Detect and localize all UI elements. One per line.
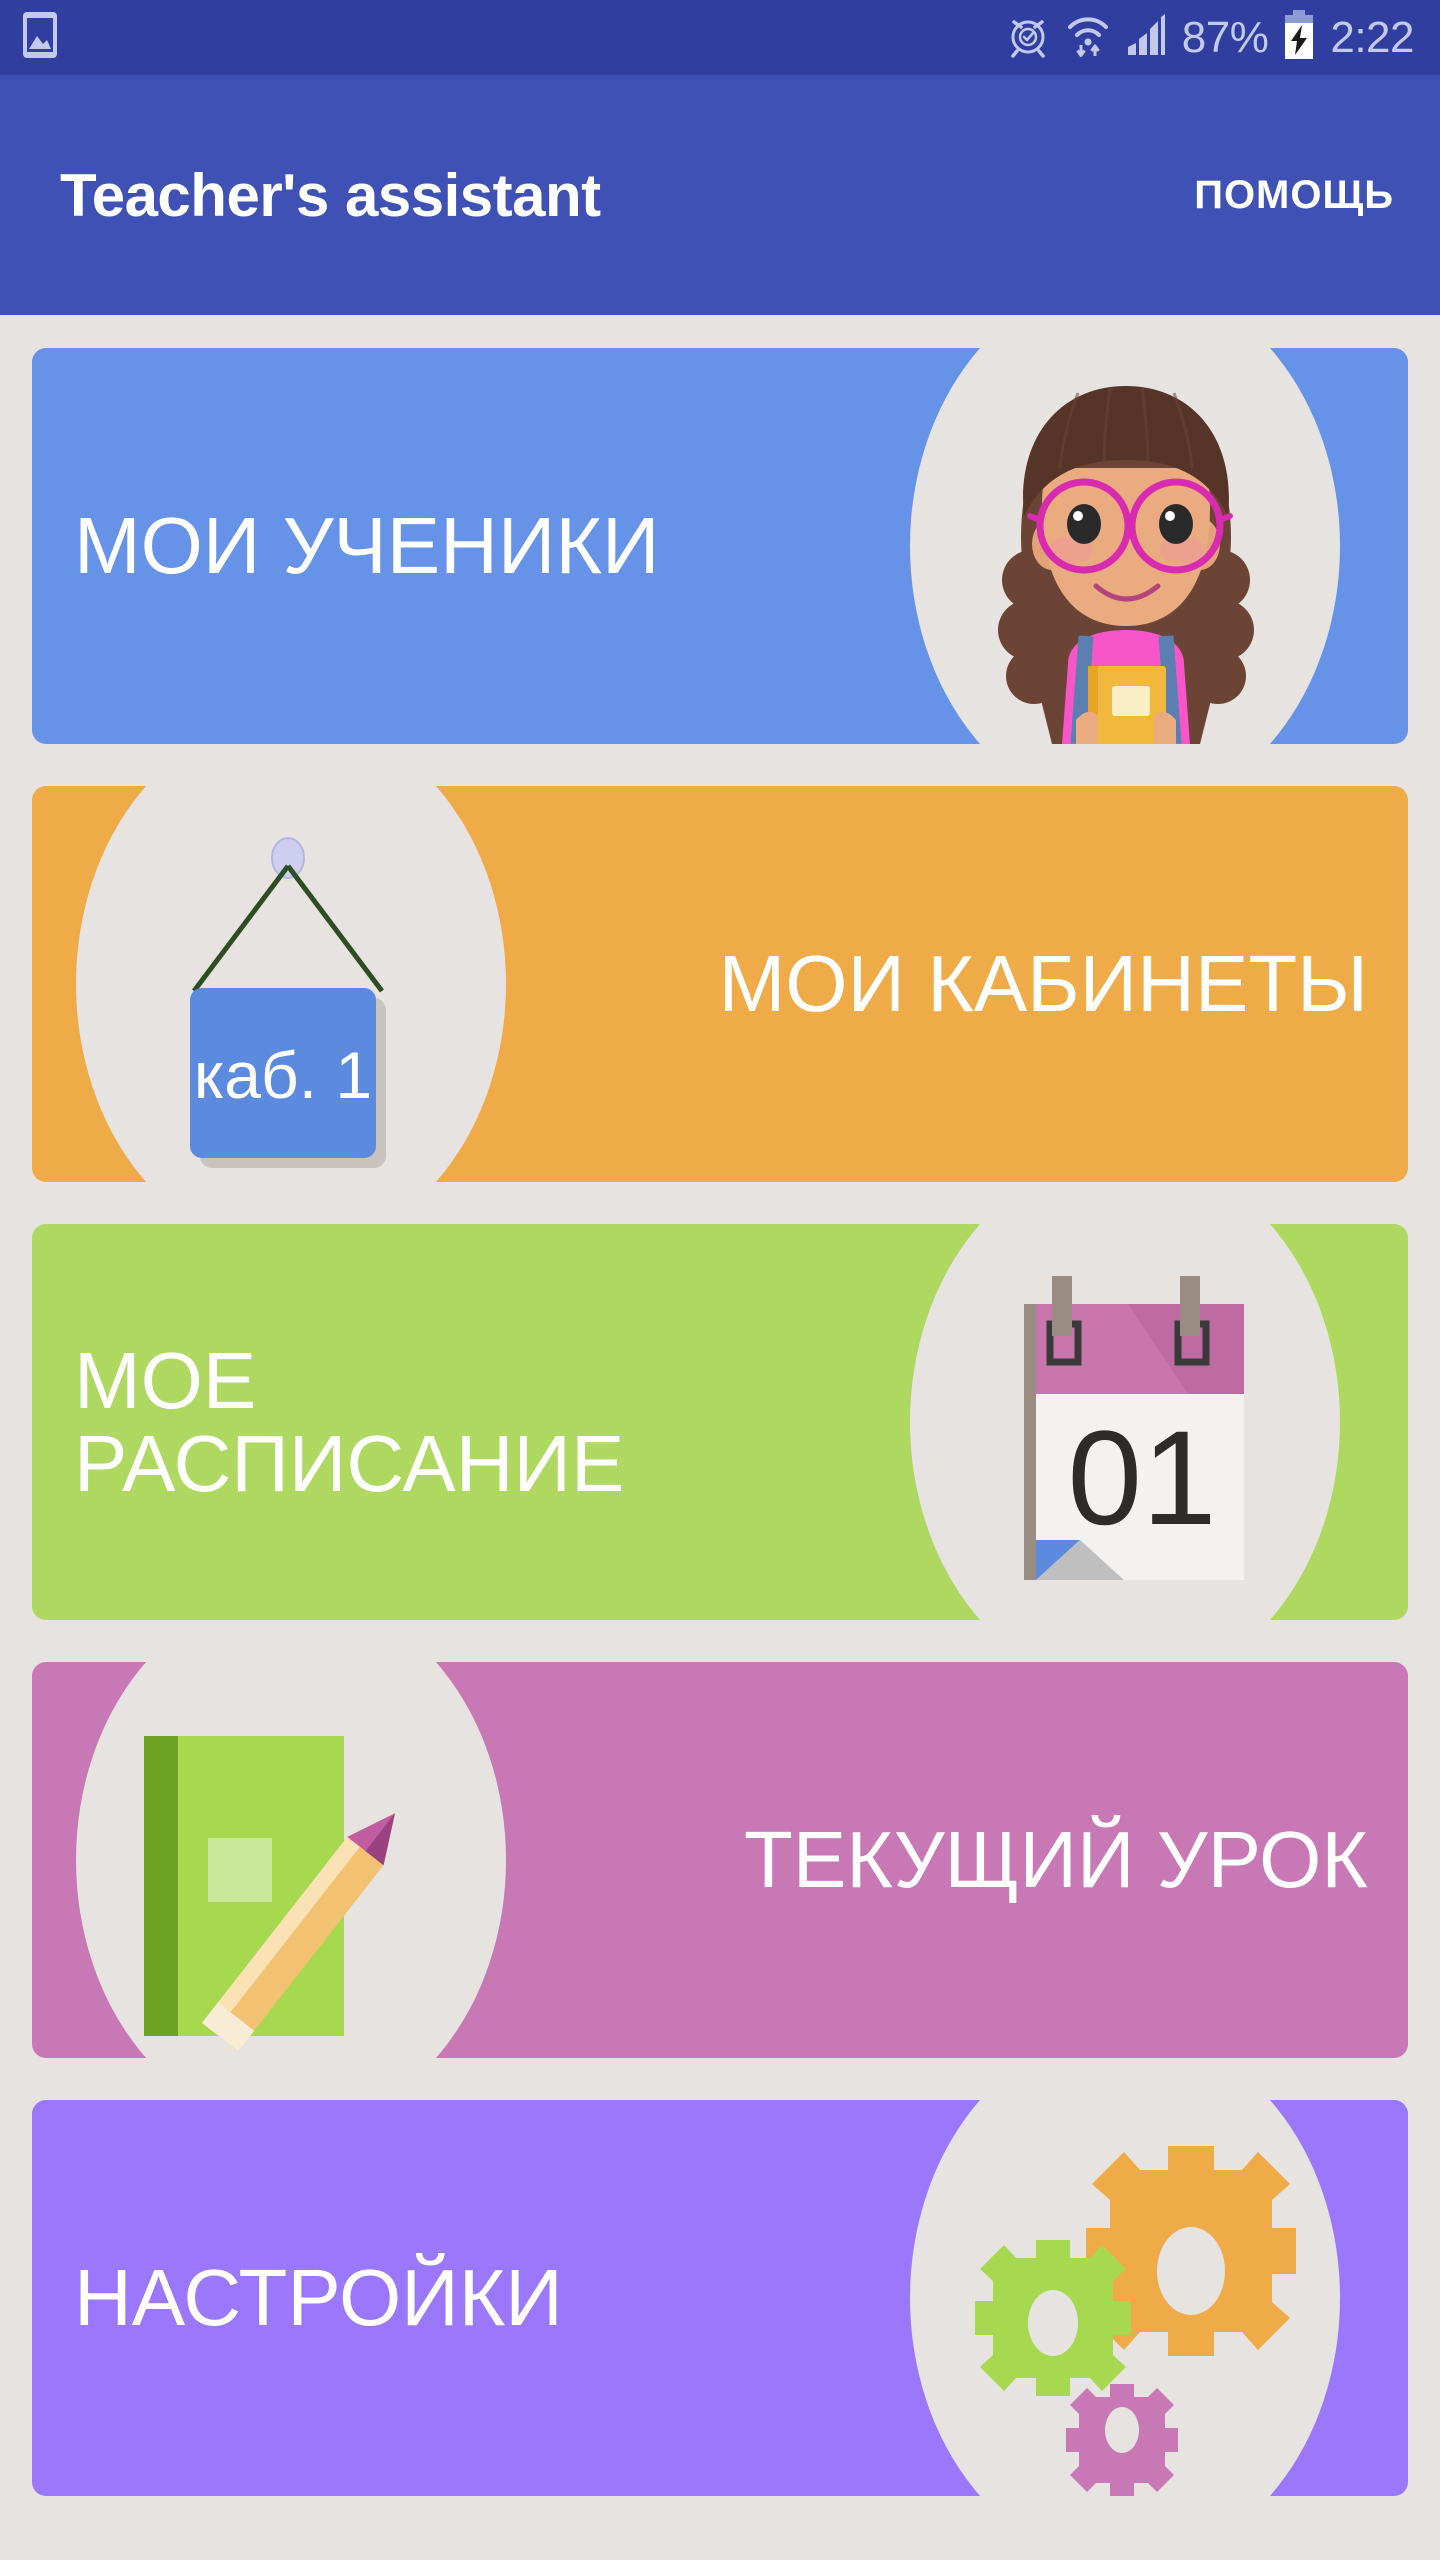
image-gallery-icon xyxy=(22,11,58,64)
gear-pink xyxy=(1066,2384,1178,2496)
menu-card-my-schedule[interactable]: МОЕ РАСПИСАНИЕ 01 xyxy=(32,1224,1408,1620)
calendar-icon: 01 xyxy=(928,1224,1324,1620)
menu-card-label: МОЕ РАСПИСАНИЕ xyxy=(74,1335,625,1508)
status-bar-right: 87% 2:22 xyxy=(1004,10,1414,65)
menu-card-my-classrooms[interactable]: каб. 1 МОИ КАБИНЕТЫ xyxy=(32,786,1408,1182)
status-bar-left xyxy=(22,11,58,64)
calendar-day: 01 xyxy=(1067,1404,1216,1553)
battery-charging-icon xyxy=(1282,10,1316,65)
menu-card-list: МОИ УЧЕНИКИ каб. 1 МОИ КАБИНЕТЫ МОЕ РАСП… xyxy=(32,348,1408,2496)
menu-card-label: ТЕКУЩИЙ УРОК xyxy=(743,1815,1368,1905)
menu-card-label: МОИ УЧЕНИКИ xyxy=(74,501,660,591)
app-bar: Teacher's assistant ПОМОЩЬ xyxy=(0,75,1440,315)
sign-text: каб. 1 xyxy=(194,1038,372,1112)
book-pencil-icon xyxy=(90,1662,486,2058)
menu-card-label: МОИ КАБИНЕТЫ xyxy=(718,939,1368,1029)
battery-percent-label: 87% xyxy=(1181,12,1269,62)
page-title: Teacher's assistant xyxy=(60,161,601,229)
app-screen: 87% 2:22 Teacher's assistant ПОМОЩЬ МОИ … xyxy=(0,0,1440,2560)
help-button[interactable]: ПОМОЩЬ xyxy=(1194,173,1394,218)
gear-green xyxy=(975,2240,1131,2396)
student-girl-icon xyxy=(928,348,1324,744)
menu-card-my-students[interactable]: МОИ УЧЕНИКИ xyxy=(32,348,1408,744)
signal-bars-icon xyxy=(1124,11,1168,64)
alarm-clock-icon xyxy=(1004,11,1052,64)
menu-card-settings[interactable]: НАСТРОЙКИ xyxy=(32,2100,1408,2496)
gears-icon xyxy=(928,2100,1324,2496)
status-bar: 87% 2:22 xyxy=(0,0,1440,75)
wifi-icon xyxy=(1066,11,1110,64)
menu-card-label: НАСТРОЙКИ xyxy=(74,2253,563,2343)
clock-label: 2:22 xyxy=(1330,12,1414,62)
menu-card-current-lesson[interactable]: ТЕКУЩИЙ УРОК xyxy=(32,1662,1408,2058)
hanging-sign-icon: каб. 1 xyxy=(90,786,486,1182)
